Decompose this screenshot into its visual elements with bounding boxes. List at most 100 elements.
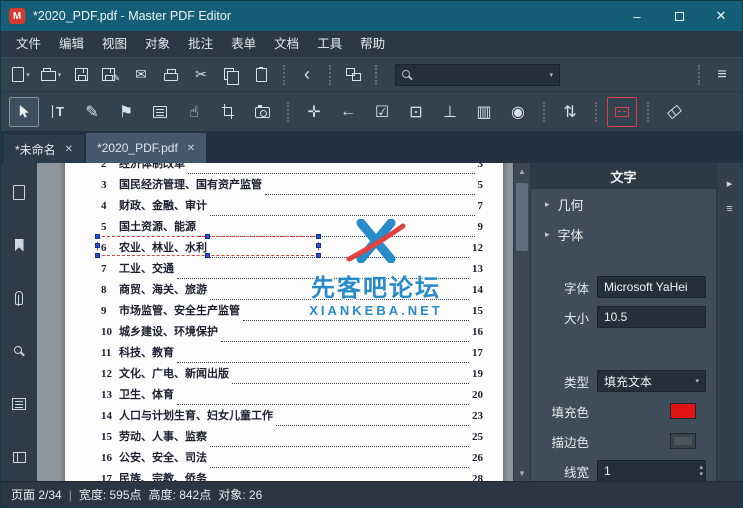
title-bar[interactable]: M *2020_PDF.pdf - Master PDF Editor – ✕ [1,1,742,31]
toolbar-drag-handle[interactable] [329,65,331,85]
toc-row[interactable]: 12 文化、广电、新闻出版 19 [101,363,483,384]
menu-item[interactable]: 帮助 [351,31,394,57]
font-size-input[interactable] [597,306,706,328]
resize-handle[interactable] [95,234,100,239]
spinner[interactable]: ▴▾ [699,464,703,478]
resize-handle[interactable] [95,253,100,258]
toc-row[interactable]: 2 经济体制改革 3 [101,163,483,174]
search-input[interactable] [419,67,543,83]
menu-item[interactable]: 工具 [308,31,351,57]
edit-text-tool-button[interactable]: ✎ [77,97,107,127]
tab-close-icon[interactable]: ✕ [187,143,195,154]
collapse-panel-button[interactable]: ▸ [721,175,739,191]
menu-item[interactable]: 视图 [93,31,136,57]
print-button[interactable] [157,62,185,88]
hand-tool-button[interactable]: ☝ [179,97,209,127]
type-select[interactable]: 填充文本 ▾ [597,370,706,392]
maximize-button[interactable] [658,1,700,31]
panel-menu-button[interactable]: ≡ [721,201,739,217]
pdf-page[interactable]: 2 经济体制改革 3 3 国民经济管理、国有资产监管 5 [65,163,503,481]
scrollbar-thumb[interactable] [516,183,528,251]
menu-item[interactable]: 对象 [136,31,179,57]
minimize-button[interactable]: – [616,1,658,31]
menu-item[interactable]: 批注 [179,31,222,57]
email-button[interactable]: ✉ [127,62,155,88]
search-box[interactable]: ▾ [395,64,560,86]
menu-item[interactable]: 表单 [222,31,265,57]
form-fields-button[interactable] [8,393,30,415]
measure-tool-button[interactable]: ⊥ [435,97,465,127]
resize-handle[interactable] [316,253,321,258]
highlight-tool-button[interactable] [607,97,637,127]
stroke-color-swatch[interactable] [670,433,696,449]
menu-item[interactable]: 文档 [265,31,308,57]
open-file-button[interactable]: ▾ [37,62,65,88]
toc-row[interactable]: 10 城乡建设、环境保护 16 [101,321,483,342]
arrange-tool-button[interactable]: ⇅ [555,97,585,127]
previous-view-tool-button[interactable]: ← [333,97,363,127]
eraser-tool-button[interactable] [659,97,689,127]
scroll-down-button[interactable]: ▼ [514,465,530,481]
fill-color-swatch[interactable] [670,403,696,419]
spin-up-icon[interactable]: ▴ [699,464,703,471]
toolbar-drag-handle[interactable] [595,102,597,122]
snapshot-tool-button[interactable] [247,97,277,127]
toc-row[interactable]: 14 人口与计划生育、妇女儿童工作 23 [101,405,483,426]
paste-button[interactable] [247,62,275,88]
document-area[interactable]: 2 经济体制改革 3 3 国民经济管理、国有资产监管 5 [37,163,530,481]
attachments-button[interactable] [8,287,30,309]
facing-pages-tool-button[interactable]: ▥ [469,97,499,127]
toolbar-drag-handle[interactable] [375,65,377,85]
close-button[interactable]: ✕ [700,1,742,31]
toc-row[interactable]: 3 国民经济管理、国有资产监管 5 [101,174,483,195]
text-field-tool-button[interactable]: ⊡ [401,97,431,127]
properties-button[interactable] [8,446,30,468]
back-button[interactable]: ‹ [293,62,321,88]
menu-item[interactable]: 文件 [7,31,50,57]
resize-handle[interactable] [316,234,321,239]
cut-button[interactable]: ✂ [187,62,215,88]
resize-handle[interactable] [316,243,321,248]
toc-row[interactable]: 16 公安、安全、司法 26 [101,447,483,468]
toc-row[interactable]: 11 科技、教育 17 [101,342,483,363]
section-font[interactable]: ▸ 字体 [531,219,716,249]
pointer-tool-button[interactable] [9,97,39,127]
document-tab[interactable]: *2020_PDF.pdf ✕ [86,133,206,163]
tab-close-icon[interactable]: ✕ [65,144,73,155]
scroll-up-button[interactable]: ▲ [514,163,530,179]
section-geometry[interactable]: ▸ 几何 [531,189,716,219]
copy-button[interactable] [217,62,245,88]
thumbnails-button[interactable] [8,181,30,203]
note-tool-button[interactable]: ✛ [299,97,329,127]
document-tab[interactable]: *未命名 ✕ [4,135,84,163]
main-menu-button[interactable]: ≡ [708,62,736,88]
transform-button[interactable] [339,62,367,88]
toc-row[interactable]: 13 卫生、体育 20 [101,384,483,405]
save-button[interactable] [67,62,95,88]
select-object-tool-button[interactable]: ⚑ [111,97,141,127]
toc-row[interactable]: 15 劳动、人事、监察 25 [101,426,483,447]
selection-box[interactable] [97,236,319,256]
crop-tool-button[interactable] [213,97,243,127]
bookmarks-button[interactable] [8,234,30,256]
toc-row[interactable]: 17 民族、宗教、侨务 28 [101,468,483,481]
line-width-input[interactable]: 1 ▴▾ [597,460,706,481]
toolbar-drag-handle[interactable] [287,102,289,122]
resize-handle[interactable] [205,234,210,239]
text-select-tool-button[interactable]: T [43,97,73,127]
menu-item[interactable]: 编辑 [50,31,93,57]
radio-button-tool-button[interactable]: ◉ [503,97,533,127]
toc-row[interactable]: 4 财政、金融、审计 7 [101,195,483,216]
toolbar-drag-handle[interactable] [698,65,700,85]
toolbar-drag-handle[interactable] [543,102,545,122]
resize-handle[interactable] [95,243,100,248]
font-family-input[interactable] [597,276,706,298]
checkbox-tool-button[interactable]: ☑ [367,97,397,127]
spin-down-icon[interactable]: ▾ [699,471,703,478]
toolbar-drag-handle[interactable] [283,65,285,85]
search-panel-button[interactable] [8,340,30,362]
new-document-button[interactable]: ▾ [7,62,35,88]
resize-handle[interactable] [205,253,210,258]
form-edit-tool-button[interactable] [145,97,175,127]
search-dropdown-icon[interactable]: ▾ [549,71,553,79]
